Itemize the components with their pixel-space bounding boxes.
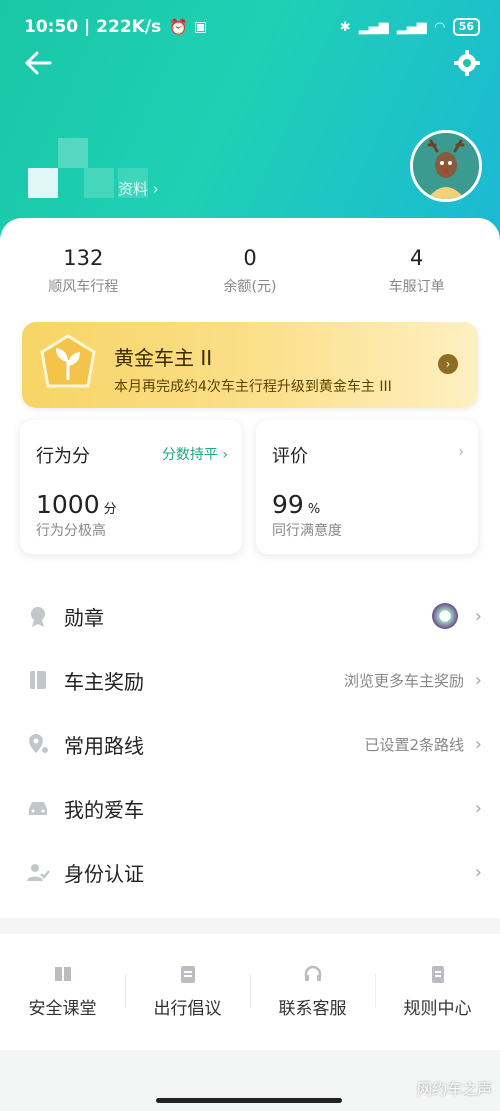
- menu-list: 勋章 › 车主奖励 浏览更多车主奖励 › 常用路线 已设置2条路线 › 我的爱车…: [0, 584, 500, 904]
- menu-label: 常用路线: [64, 733, 144, 758]
- chevron-right-icon: ›: [474, 797, 482, 819]
- stat-value: 0: [243, 246, 257, 270]
- back-arrow-icon[interactable]: [22, 48, 54, 78]
- behavior-score-tile[interactable]: 行为分 分数持平 › 1000 分 行为分极高: [20, 420, 242, 554]
- shortcut-safety-class[interactable]: 安全课堂: [0, 934, 125, 1050]
- gold-title: 黄金车主 II: [114, 346, 213, 370]
- headset-icon: [304, 965, 321, 981]
- shortcut-label: 规则中心: [403, 999, 472, 1019]
- tile-desc: 行为分极高: [36, 523, 106, 539]
- shortcut-label: 出行倡议: [153, 999, 222, 1019]
- menu-hint: 已设置2条路线: [364, 735, 464, 754]
- reward-book-icon: [30, 671, 46, 689]
- shortcut-customer-service[interactable]: 联系客服: [250, 934, 375, 1050]
- book-icon: [54, 967, 71, 981]
- profile-link[interactable]: 资料 ›: [118, 178, 159, 199]
- tile-value: 1000 分: [36, 490, 117, 519]
- main-card: 132 顺风车行程 0 余额(元) 4 车服订单 黄金车主 II 本月再完成约4…: [0, 218, 500, 918]
- watermark: 网约车之声: [416, 1080, 492, 1098]
- rating-tile[interactable]: 评价 › 99% 同行满意度: [256, 420, 478, 554]
- stat-label: 车服订单: [388, 279, 445, 295]
- stat-value: 132: [63, 246, 104, 270]
- sprout-badge-icon: [40, 334, 96, 388]
- home-indicator[interactable]: [156, 1098, 342, 1103]
- id-check-icon: [27, 864, 50, 881]
- signal-icon-1: ▂▄▆: [358, 19, 389, 35]
- bluetooth-icon: ✱: [339, 19, 351, 35]
- stat-value: 4: [409, 246, 424, 270]
- menu-item-rewards[interactable]: 车主奖励 浏览更多车主奖励 ›: [0, 648, 500, 712]
- medal-icon: [31, 607, 45, 627]
- settings-gear-icon[interactable]: [454, 50, 480, 76]
- tile-desc: 同行满意度: [272, 523, 342, 539]
- menu-label: 身份认证: [64, 861, 144, 886]
- bottom-shortcuts: 安全课堂 出行倡议 联系客服 规则中心: [0, 934, 500, 1050]
- route-pin-icon: [29, 734, 48, 753]
- score-value: 1000: [36, 490, 100, 519]
- stat-orders[interactable]: 4 车服订单: [333, 246, 500, 296]
- tile-title: 评价: [272, 446, 308, 467]
- menu-item-routes[interactable]: 常用路线 已设置2条路线 ›: [0, 712, 500, 776]
- gold-owner-card[interactable]: 黄金车主 II 本月再完成约4次车主行程升级到黄金车主 III ›: [22, 322, 478, 408]
- status-time-speed: 10:50 | 222K/s: [24, 17, 162, 37]
- chevron-right-icon: ›: [474, 733, 482, 755]
- menu-label: 车主奖励: [64, 669, 144, 694]
- battery-icon: 56: [452, 18, 480, 36]
- score-trend-link[interactable]: 分数持平 ›: [162, 444, 228, 464]
- clipboard-icon: [180, 966, 195, 983]
- tile-value: 99%: [272, 490, 320, 519]
- rating-unit: %: [307, 502, 321, 517]
- chevron-right-icon: ›: [458, 444, 464, 460]
- stat-label: 顺风车行程: [48, 279, 119, 295]
- alarm-icon: ⏰: [169, 18, 188, 36]
- rating-value: 99: [272, 490, 304, 519]
- stat-balance[interactable]: 0 余额(元): [167, 246, 334, 296]
- menu-item-medals[interactable]: 勋章 ›: [0, 584, 500, 648]
- status-bar: 10:50 | 222K/s ⏰ ▣ ✱ ▂▄▆ ▂▄▆ ◠ 56: [24, 14, 480, 40]
- signal-icon-2: ▂▄▆: [396, 19, 427, 35]
- chevron-right-icon: ›: [474, 605, 482, 627]
- menu-hint: 浏览更多车主奖励: [343, 671, 464, 690]
- shortcut-label: 安全课堂: [28, 999, 97, 1019]
- shortcut-travel-initiative[interactable]: 出行倡议: [125, 934, 250, 1050]
- car-icon: [29, 802, 47, 815]
- chevron-right-icon: ›: [474, 669, 482, 691]
- chevron-right-icon[interactable]: ›: [438, 354, 458, 374]
- gold-subtitle: 本月再完成约4次车主行程升级到黄金车主 III: [114, 379, 392, 395]
- shortcut-label: 联系客服: [278, 999, 347, 1019]
- chevron-right-icon: ›: [474, 861, 482, 883]
- stat-label: 余额(元): [223, 279, 277, 295]
- menu-item-my-car[interactable]: 我的爱车 ›: [0, 776, 500, 840]
- avatar[interactable]: [410, 130, 482, 202]
- stat-trips[interactable]: 132 顺风车行程: [0, 246, 167, 296]
- tile-title: 行为分: [36, 446, 90, 467]
- document-icon: [431, 966, 444, 983]
- menu-label: 勋章: [64, 605, 104, 630]
- menu-item-identity[interactable]: 身份认证 ›: [0, 840, 500, 904]
- shortcut-rules-center[interactable]: 规则中心: [375, 934, 500, 1050]
- medal-badge-icon: [432, 603, 458, 629]
- stats-row: 132 顺风车行程 0 余额(元) 4 车服订单: [0, 246, 500, 296]
- score-unit: 分: [103, 502, 117, 517]
- menu-label: 我的爱车: [64, 797, 144, 822]
- nfc-icon: ▣: [193, 19, 208, 35]
- wifi-icon: ◠: [434, 19, 445, 35]
